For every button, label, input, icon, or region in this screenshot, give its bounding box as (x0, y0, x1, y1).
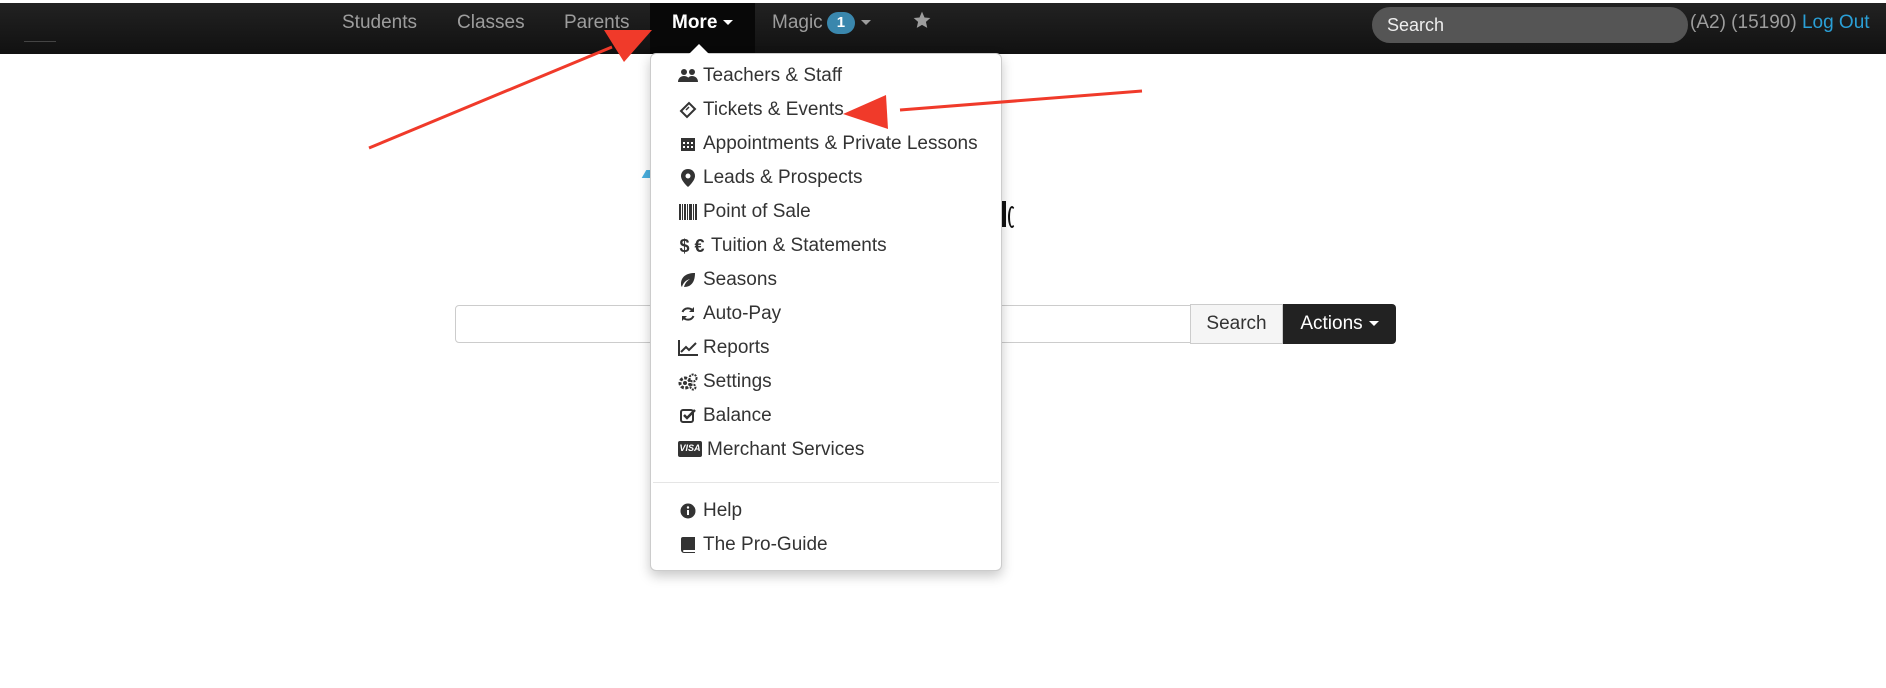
currency-icon: $ € (679, 236, 705, 256)
leaf-icon (677, 263, 699, 297)
logo-fragment (1008, 206, 1016, 228)
nav-search-input[interactable] (1372, 7, 1688, 43)
menu-item-seasons[interactable]: Seasons (651, 263, 1001, 297)
menu-item-tickets-events[interactable]: Tickets & Events (651, 93, 1001, 127)
nav-magic-label: Magic (772, 12, 823, 33)
menu-item-appointments[interactable]: Appointments & Private Lessons (651, 127, 1001, 161)
menu-item-merchant-services[interactable]: VISA Merchant Services (651, 433, 1001, 467)
nav-parents[interactable]: Parents (564, 3, 629, 54)
magic-count-badge: 1 (826, 11, 856, 34)
visa-card-icon: VISA (677, 433, 703, 467)
main-search-button[interactable]: Search (1190, 304, 1283, 344)
menu-divider (653, 482, 999, 483)
refresh-icon (677, 297, 699, 331)
caret-down-icon (723, 20, 734, 26)
menu-item-settings[interactable]: Settings (651, 365, 1001, 399)
user-info: (A2) (15190) Log Out (1690, 3, 1870, 43)
barcode-icon (677, 195, 699, 229)
menu-item-tuition-statements[interactable]: $ € Tuition & Statements (651, 229, 1001, 263)
calendar-icon (677, 127, 699, 161)
menu-item-leads-prospects[interactable]: Leads & Prospects (651, 161, 1001, 195)
top-navbar: Students Classes Parents More Magic1 (A2… (0, 0, 1886, 54)
users-icon (677, 59, 699, 93)
menu-item-balance[interactable]: Balance (651, 399, 1001, 433)
actions-dropdown-button[interactable]: Actions (1283, 304, 1396, 344)
more-dropdown-menu: Teachers & Staff Tickets & Events Appoin… (650, 44, 1002, 571)
menu-item-auto-pay[interactable]: Auto-Pay (651, 297, 1001, 331)
brand-mark (24, 41, 56, 42)
book-icon (677, 528, 699, 562)
star-icon (913, 11, 931, 28)
map-marker-icon (677, 161, 699, 195)
check-square-icon (677, 399, 699, 433)
nav-classes[interactable]: Classes (457, 3, 525, 54)
line-chart-icon (677, 331, 699, 365)
cogs-icon (677, 365, 699, 399)
nav-students[interactable]: Students (342, 3, 417, 54)
menu-item-help[interactable]: Help (651, 494, 1001, 528)
menu-item-pro-guide[interactable]: The Pro-Guide (651, 528, 1001, 562)
actions-label: Actions (1300, 313, 1363, 334)
user-id-text: (A2) (15190) (1690, 12, 1802, 33)
nav-more-label: More (672, 12, 718, 33)
ticket-icon (677, 93, 699, 127)
nav-magic-dropdown[interactable]: Magic 1 (772, 3, 872, 54)
menu-item-teachers-staff[interactable]: Teachers & Staff (651, 59, 1001, 93)
info-circle-icon (677, 494, 699, 528)
caret-down-icon (1368, 321, 1379, 327)
nav-favorites[interactable] (912, 3, 932, 54)
menu-item-point-of-sale[interactable]: Point of Sale (651, 195, 1001, 229)
menu-item-reports[interactable]: Reports (651, 331, 1001, 365)
logout-link[interactable]: Log Out (1802, 12, 1870, 33)
caret-down-icon (861, 20, 872, 26)
